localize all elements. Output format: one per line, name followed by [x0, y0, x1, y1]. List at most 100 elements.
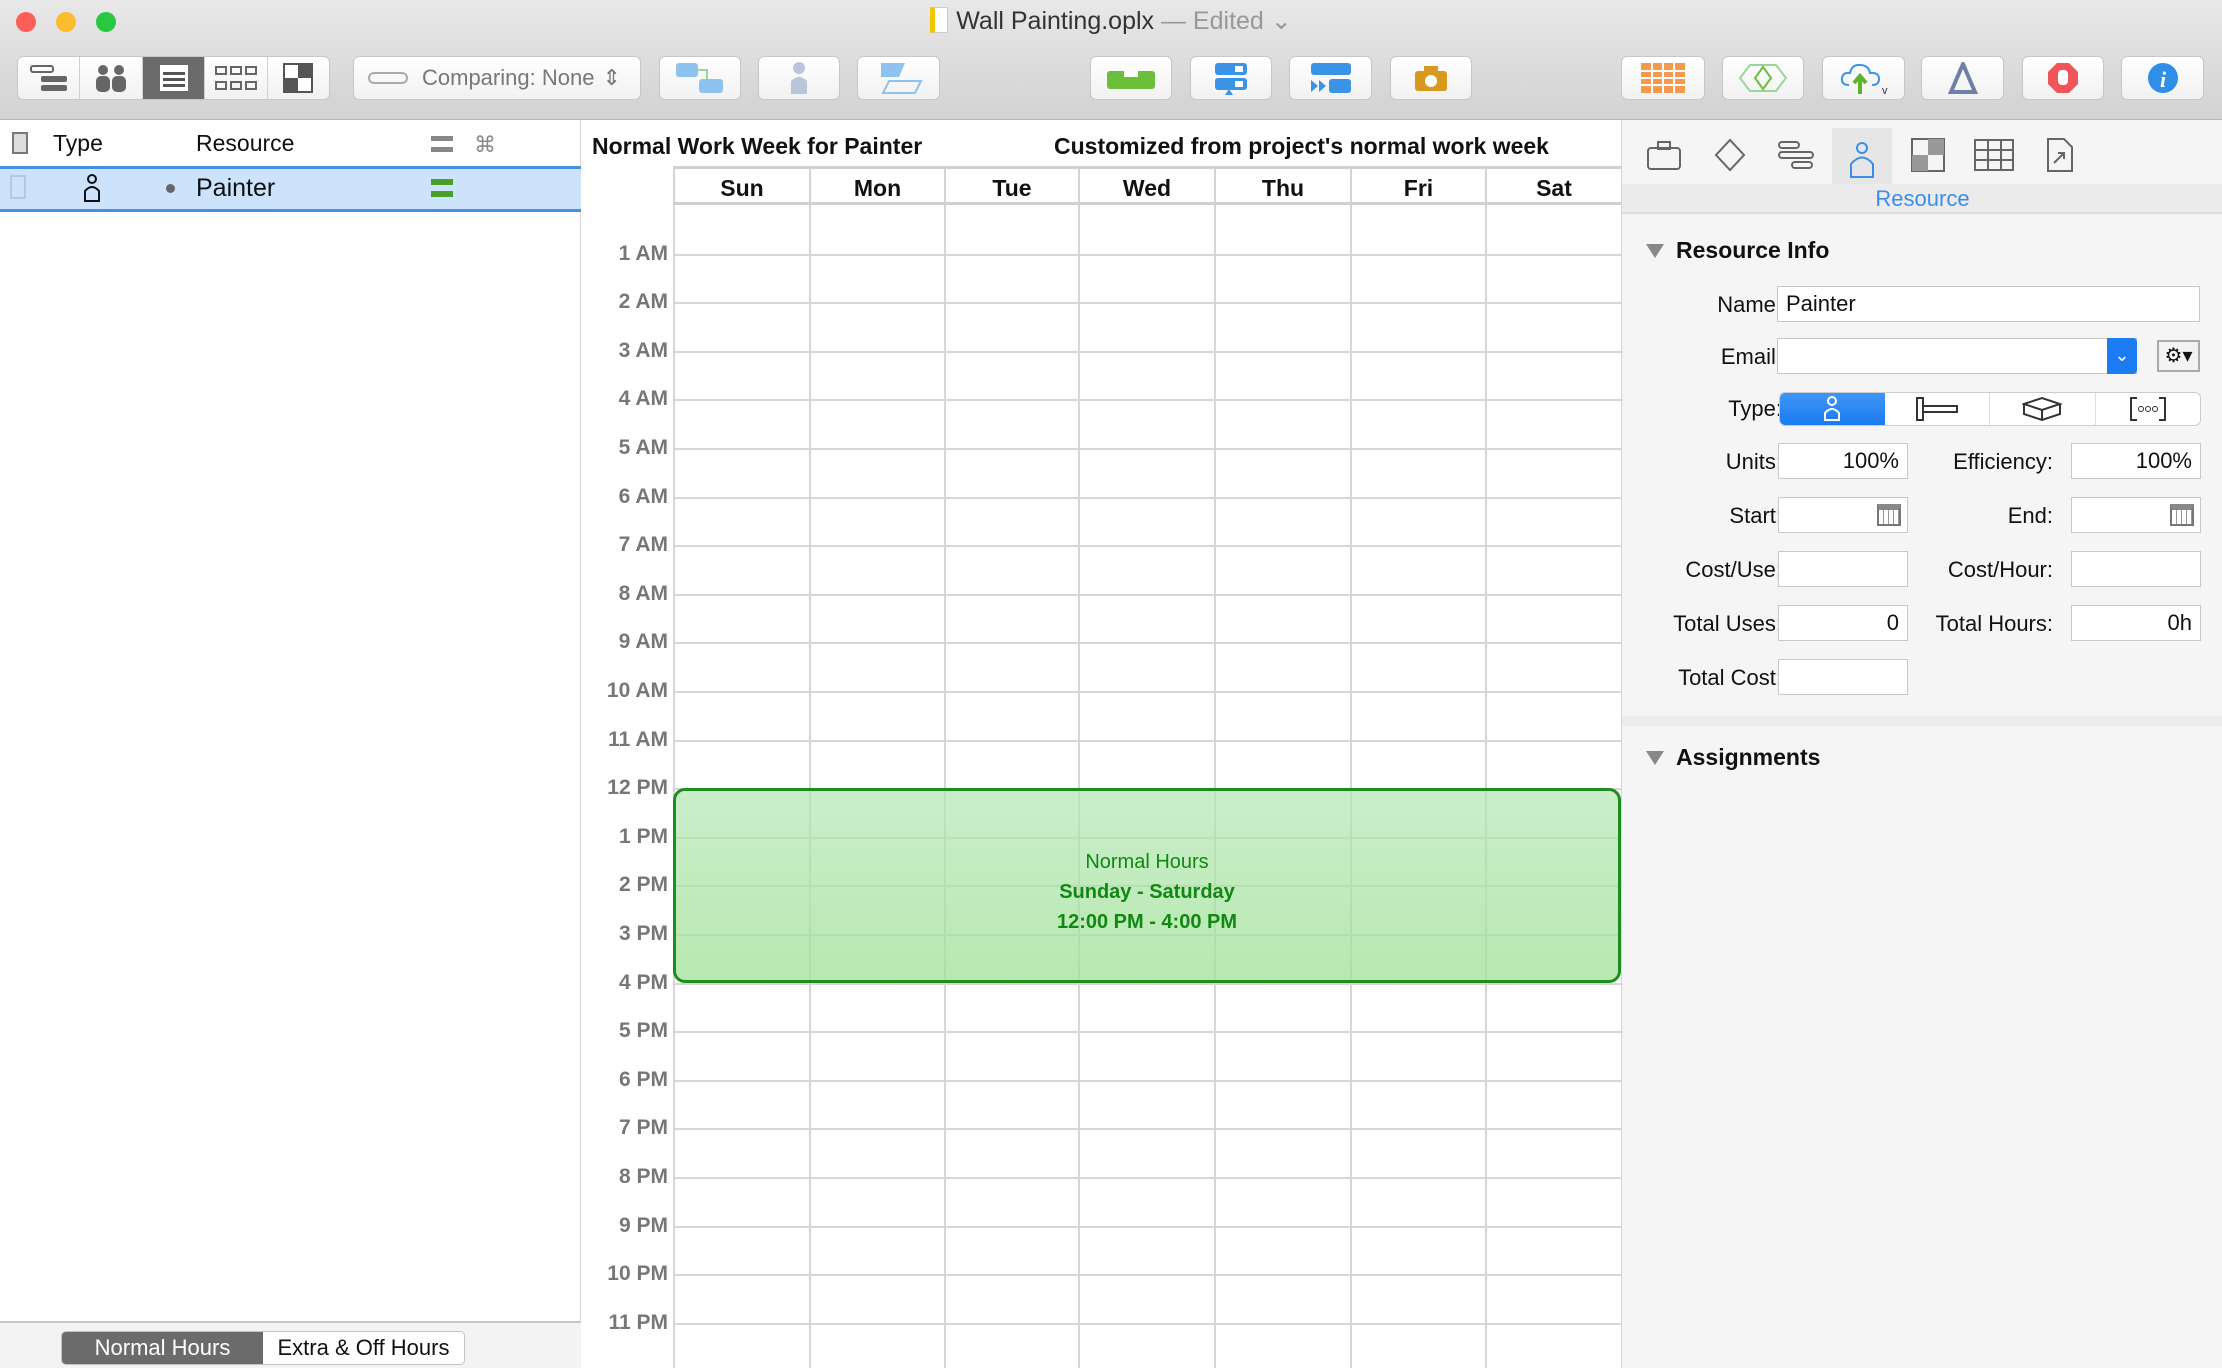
add-dependency-button[interactable]: [659, 56, 741, 100]
split-task-button[interactable]: [1190, 56, 1272, 100]
day-column-divider: [1485, 205, 1487, 1368]
hour-label: 4 AM: [618, 387, 668, 411]
hour-label: 5 AM: [618, 436, 668, 459]
email-gear-menu-icon[interactable]: ⚙▾: [2157, 340, 2200, 372]
split-icon: [1215, 63, 1247, 95]
catch-up-button[interactable]: [1289, 56, 1372, 100]
level-resources-button[interactable]: [1090, 56, 1172, 100]
add-resource-button[interactable]: [758, 56, 840, 100]
column-header-resource[interactable]: Resource: [196, 130, 294, 157]
type-material-option[interactable]: [1990, 393, 2096, 425]
type-staff-option[interactable]: [1780, 393, 1885, 425]
total-cost-label: Total Cost:: [1678, 665, 1782, 690]
day-header-sat: Sat: [1485, 166, 1621, 205]
milestone-tab[interactable]: [1700, 128, 1760, 182]
inspector-info-button[interactable]: i: [2121, 56, 2204, 100]
id-column-icon: ⌘: [474, 132, 496, 157]
day-header-mon: Mon: [809, 166, 944, 205]
section-resource-info[interactable]: Resource Info: [1676, 237, 1829, 264]
type-group-option[interactable]: [2096, 393, 2201, 425]
units-field[interactable]: 100%: [1778, 443, 1908, 479]
filename: Wall Painting.oplx: [956, 7, 1155, 35]
publish-button[interactable]: v: [1822, 56, 1905, 100]
level-icon: [1107, 67, 1155, 89]
violations-button[interactable]: [1722, 56, 1804, 100]
view-mode-selector[interactable]: [17, 56, 330, 100]
network-view-icon[interactable]: [205, 57, 268, 99]
day-header-wed: Wed: [1078, 166, 1214, 205]
start-date-field[interactable]: [1778, 497, 1908, 533]
hour-gridline: [673, 593, 1621, 596]
normal-hours-block[interactable]: Normal Hours Sunday - Saturday 12:00 PM …: [673, 788, 1621, 983]
outline-row[interactable]: Painter: [0, 166, 581, 212]
briefcase-icon: [1647, 141, 1681, 170]
cost-hour-field[interactable]: [2071, 551, 2201, 587]
parallelogram-icon: [880, 63, 923, 94]
resource-name[interactable]: Painter: [196, 174, 275, 203]
project-tab[interactable]: [1634, 128, 1694, 182]
leveling-column-icon: [431, 136, 453, 152]
hour-label: 8 PM: [618, 1165, 668, 1188]
cost-use-label: Cost/Use:: [1685, 557, 1782, 582]
resource-view-icon[interactable]: [80, 57, 143, 99]
styles-tab[interactable]: [1898, 128, 1958, 182]
email-label: Email:: [1720, 344, 1782, 369]
type-equipment-option[interactable]: [1885, 393, 1990, 425]
svg-text:i: i: [2159, 67, 2166, 92]
monte-carlo-button[interactable]: [1921, 56, 2004, 100]
comparing-label: Comparing: None: [422, 65, 595, 90]
email-dropdown-chevron-icon[interactable]: ⌄: [2107, 338, 2137, 374]
block-days: Sunday - Saturday: [1059, 881, 1235, 904]
diamond-icon: [1714, 138, 1746, 172]
task-view-icon[interactable]: [18, 57, 81, 99]
section-assignments[interactable]: Assignments: [1676, 744, 1820, 771]
hour-label: 6 PM: [618, 1067, 668, 1091]
end-date-field[interactable]: [2071, 497, 2201, 533]
export-table-button[interactable]: [1621, 56, 1705, 100]
hour-gridline: [673, 302, 1621, 305]
tab-extra-off-hours[interactable]: Extra & Off Hours: [263, 1332, 464, 1364]
hour-gridline: [673, 253, 1621, 256]
hour-label: 2 AM: [618, 290, 668, 314]
hour-label: 1 AM: [618, 241, 668, 265]
hour-gridline: [673, 982, 1621, 985]
styles-view-icon[interactable]: [268, 57, 329, 99]
disclosure-triangle-icon[interactable]: [1646, 751, 1664, 765]
total-hours-field: 0h: [2071, 605, 2201, 641]
day-column-divider: [809, 205, 811, 1368]
hour-label: 7 PM: [618, 1116, 668, 1140]
calendar-picker-icon[interactable]: [2170, 504, 2194, 526]
day-column-divider: [1078, 205, 1080, 1368]
resource-tab[interactable]: [1832, 128, 1892, 192]
task-tab[interactable]: [1766, 128, 1826, 182]
hour-label: 3 PM: [618, 922, 668, 945]
export-tab[interactable]: [2030, 128, 2090, 182]
name-field[interactable]: Painter: [1777, 286, 2200, 322]
stop-button[interactable]: [2022, 56, 2104, 100]
comparing-popup[interactable]: Comparing: None ⇕: [353, 56, 641, 100]
email-combobox[interactable]: ⌄: [1777, 338, 2137, 374]
cost-use-field[interactable]: [1778, 551, 1908, 587]
add-task-group-button[interactable]: [857, 56, 940, 100]
disclosure-triangle-icon[interactable]: [1646, 244, 1664, 258]
day-header-tue: Tue: [944, 166, 1078, 205]
day-header-sun: Sun: [673, 166, 809, 205]
day-column-divider: [944, 205, 946, 1368]
edited-status[interactable]: — Edited: [1161, 7, 1264, 35]
table-tab[interactable]: [1964, 128, 2024, 182]
column-header-type[interactable]: Type: [53, 130, 103, 157]
tab-normal-hours[interactable]: Normal Hours: [62, 1332, 263, 1364]
document-export-icon: [2047, 138, 2073, 172]
type-selector[interactable]: [1779, 392, 2201, 426]
hour-label: 11 AM: [608, 727, 668, 751]
efficiency-field[interactable]: 100%: [2071, 443, 2201, 479]
total-uses-label: Total Uses:: [1673, 611, 1782, 636]
resource-outline: Type Resource ⌘ Painter Normal Hours Ext…: [0, 120, 581, 1368]
hour-label: 9 PM: [618, 1213, 668, 1237]
person-icon: [791, 62, 807, 94]
cloud-upload-icon: v: [1840, 63, 1888, 95]
calendar-view-icon[interactable]: [142, 57, 206, 99]
work-week-calendar: Normal Work Week for Painter Customized …: [582, 120, 1621, 1368]
hour-gridline: [673, 399, 1621, 402]
snapshot-button[interactable]: [1390, 56, 1472, 100]
